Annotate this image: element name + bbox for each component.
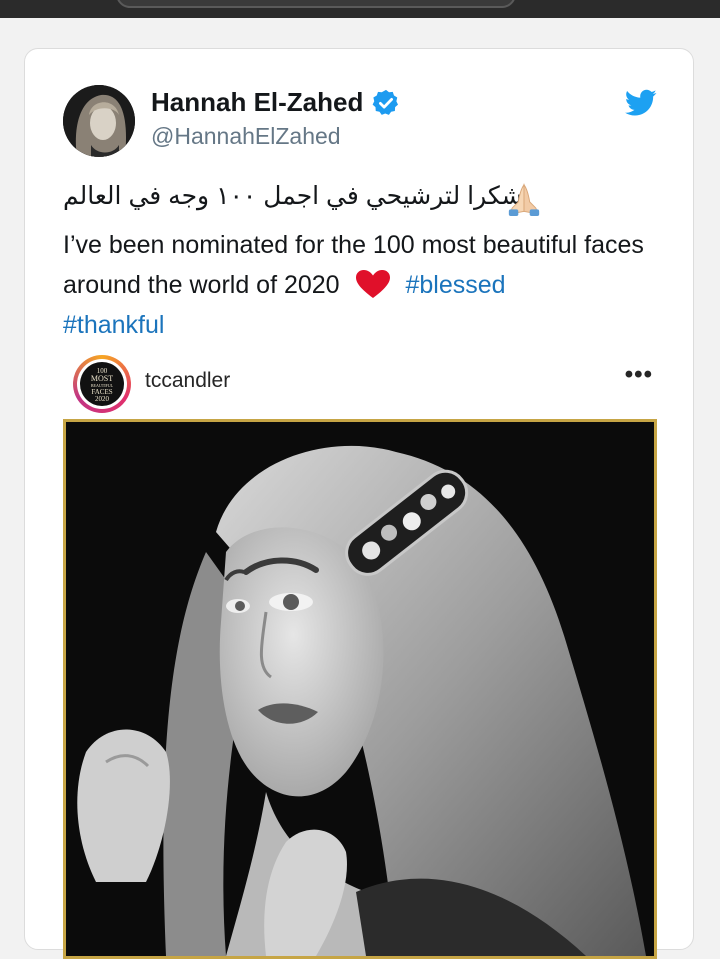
tweet-text-main: I’ve been nominated for the 100 most bea… (63, 231, 644, 299)
embedded-photo[interactable] (63, 419, 657, 959)
twitter-bird-icon[interactable] (625, 89, 657, 117)
avatar-image (63, 85, 135, 157)
tweet-card[interactable]: Hannah El-Zahed @HannahElZahed .شكرا لتر… (24, 48, 694, 959)
portrait-image (66, 422, 654, 956)
hashtag-blessed-link[interactable]: #blessed (406, 271, 506, 299)
embedded-avatar[interactable]: 100 MOST BEAUTIFUL FACES 2020 (73, 355, 131, 413)
red-heart-icon (355, 270, 390, 298)
folded-hands-icon (508, 183, 540, 217)
tweet-arabic-text: .شكرا لترشيحي في اجمل ١٠٠ وجه في العالم (63, 182, 530, 210)
author-avatar[interactable] (63, 85, 135, 157)
address-bar[interactable] (116, 0, 516, 8)
embedded-username[interactable]: tccandler (145, 369, 230, 393)
more-options-icon[interactable]: ••• (625, 361, 653, 389)
author-handle[interactable]: @HannahElZahed (151, 123, 341, 150)
embedded-post-header: 100 MOST BEAUTIFUL FACES 2020 tccandler … (73, 355, 653, 413)
hashtag-thankful-link[interactable]: #thankful (63, 311, 164, 339)
verified-badge-icon (372, 89, 399, 115)
browser-top-bar (0, 0, 720, 18)
avatar-badge-logo: 100 MOST BEAUTIFUL FACES 2020 (80, 362, 124, 406)
tweet-text: I’ve been nominated for the 100 most bea… (63, 225, 663, 345)
author-name[interactable]: Hannah El-Zahed (151, 87, 363, 118)
